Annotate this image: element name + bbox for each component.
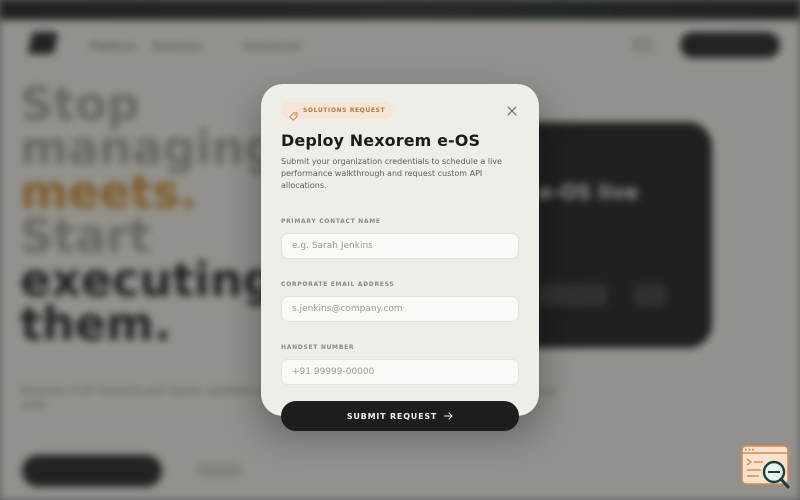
modal-title: Deploy Nexorem e-OS bbox=[281, 131, 481, 150]
solutions-request-badge: SOLUTIONS REQUEST bbox=[281, 102, 394, 121]
modal-description: Submit your organization credentials to … bbox=[281, 157, 502, 190]
submit-label: SUBMIT REQUEST bbox=[346, 411, 438, 421]
contact-name-input[interactable] bbox=[281, 233, 519, 259]
solutions-request-modal: SOLUTIONS REQUEST Deploy Nexorem e-OS Su… bbox=[261, 84, 539, 431]
phone-label: HANDSET NUMBER bbox=[281, 344, 355, 351]
email-label: CORPORATE EMAIL ADDRESS bbox=[281, 281, 395, 288]
badge-label: SOLUTIONS REQUEST bbox=[303, 107, 386, 114]
search-console-icon bbox=[741, 445, 790, 489]
email-input[interactable] bbox=[281, 296, 519, 322]
close-icon bbox=[507, 106, 517, 116]
tag-icon bbox=[289, 106, 298, 121]
phone-input[interactable] bbox=[281, 359, 519, 385]
search-console-widget[interactable] bbox=[741, 445, 791, 489]
arrow-right-icon bbox=[444, 412, 453, 420]
close-button[interactable] bbox=[505, 104, 519, 118]
submit-request-button[interactable]: SUBMIT REQUEST bbox=[281, 401, 519, 431]
contact-name-label: PRIMARY CONTACT NAME bbox=[281, 218, 381, 225]
